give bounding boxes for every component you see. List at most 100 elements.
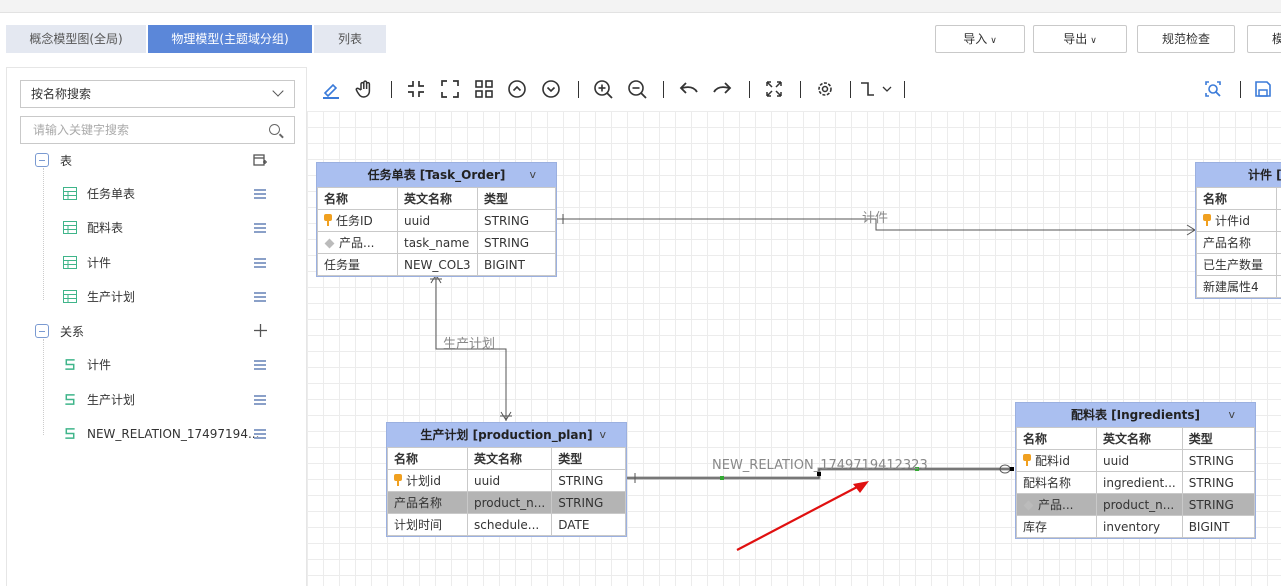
table-row[interactable]: 任务ID uuid STRING: [317, 209, 556, 232]
cell: 计件id: [1215, 214, 1250, 228]
expand-all-icon[interactable]: [541, 79, 561, 99]
key-icon: [1203, 214, 1211, 226]
table-icon: [63, 290, 77, 303]
list-icon[interactable]: [254, 292, 266, 302]
entity-header[interactable]: 生产计划 [production_plan] v: [387, 423, 626, 447]
table-row-selected[interactable]: 产品... product_n... STRING: [1016, 493, 1256, 516]
zoom-out-icon[interactable]: [627, 79, 647, 99]
tab-list[interactable]: 列表: [314, 25, 386, 53]
entity-production-plan[interactable]: 生产计划 [production_plan] v 名称 英文名称 类型 计划id uui…: [386, 422, 627, 537]
cell: BIGINT: [1181, 515, 1256, 538]
sidebar: 按名称搜索 请输入关键字搜索 表 任务单表 配料表 计件 生产计划 关系 计件 …: [6, 67, 307, 586]
entity-header[interactable]: 计件 [: [1196, 163, 1281, 187]
list-icon[interactable]: [254, 395, 266, 405]
collapse-all-icon[interactable]: [507, 79, 527, 99]
cell: uuid: [466, 469, 553, 492]
search-canvas-icon[interactable]: [1203, 79, 1223, 99]
entity-toggle-icon[interactable]: v: [599, 423, 606, 447]
list-icon[interactable]: [254, 189, 266, 199]
entity-task-order[interactable]: 任务单表 [Task_Order] v 名称 英文名称 类型 任务ID uuid STRI…: [316, 162, 557, 277]
redo-icon[interactable]: [712, 79, 732, 99]
toolbar-divider: [663, 81, 664, 98]
entity-header[interactable]: 任务单表 [Task_Order] v: [317, 163, 556, 187]
spec-check-button[interactable]: 规范检查: [1137, 25, 1235, 53]
undo-icon[interactable]: [679, 79, 699, 99]
column-header: 英文名称: [1096, 427, 1183, 450]
table-icon: [63, 221, 77, 234]
tree-group-tables[interactable]: 表: [60, 152, 72, 169]
sidebar-item-label: 任务单表: [87, 187, 136, 201]
export-button[interactable]: 导出 ∨: [1033, 25, 1127, 53]
fit-inward-icon[interactable]: [406, 79, 426, 99]
relation-label-piece[interactable]: 计件: [862, 207, 888, 226]
tree-group-relations[interactable]: 关系: [60, 323, 84, 340]
collapse-relations-icon[interactable]: [35, 324, 49, 338]
search-icon[interactable]: [269, 124, 280, 135]
table-row[interactable]: 新建属性4: [1196, 275, 1281, 298]
attribute-icon: [1023, 500, 1034, 511]
save-icon[interactable]: [1253, 79, 1273, 99]
table-row[interactable]: 任务量 NEW_COL3 BIGINT: [317, 253, 556, 276]
list-icon[interactable]: [254, 258, 266, 268]
search-mode-select[interactable]: 按名称搜索: [20, 80, 295, 108]
tab-physical-model[interactable]: 物理模型(主题域分组): [148, 25, 312, 53]
table-row[interactable]: 已生产数量: [1196, 253, 1281, 276]
table-row[interactable]: 配料id uuid STRING: [1016, 449, 1256, 472]
list-icon[interactable]: [254, 223, 266, 233]
list-icon[interactable]: [254, 429, 266, 439]
tab-conceptual-model[interactable]: 概念模型图(全局): [6, 25, 146, 53]
column-header: 类型: [477, 187, 556, 210]
entity-toggle-icon[interactable]: v: [1228, 403, 1235, 427]
relation-icon: [65, 394, 75, 405]
settings-icon[interactable]: [815, 79, 835, 99]
key-icon: [1023, 454, 1031, 466]
list-icon[interactable]: [254, 360, 266, 370]
entity-header[interactable]: 配料表 [Ingredients] v: [1016, 403, 1255, 427]
toolbar-divider: [749, 81, 750, 98]
entity-title: 计件 [: [1248, 168, 1281, 182]
sidebar-item-label: 生产计划: [87, 290, 136, 304]
cell: 产品...: [339, 236, 375, 250]
table-icon: [63, 256, 77, 269]
entity-toggle-icon[interactable]: v: [529, 163, 536, 187]
connector-style-icon[interactable]: [857, 79, 895, 99]
column-header: 名称: [1016, 427, 1097, 450]
cell: STRING: [477, 231, 556, 254]
entity-piece[interactable]: 计件 [ 名称 计件id 产品名称 已生产数量 新建属性4: [1195, 162, 1281, 299]
hand-icon[interactable]: [355, 79, 375, 99]
diagram-canvas[interactable]: 计件 生产计划 NEW_RELATION_1749719412323 任务单表 …: [307, 111, 1281, 586]
cell: inventory: [1096, 515, 1183, 538]
cell: 计划时间: [387, 513, 468, 536]
table-row[interactable]: 计件id: [1196, 209, 1281, 232]
table-row[interactable]: 计划id uuid STRING: [387, 469, 626, 492]
entity-ingredients[interactable]: 配料表 [Ingredients] v 名称 英文名称 类型 配料id uuid STRI…: [1015, 402, 1256, 539]
zoom-in-icon[interactable]: [593, 79, 613, 99]
import-button[interactable]: 导入 ∨: [935, 25, 1025, 53]
column-header: 名称: [317, 187, 398, 210]
table-row[interactable]: 产品名称: [1196, 231, 1281, 254]
grid-layout-icon[interactable]: [474, 79, 494, 99]
table-row[interactable]: 产品... task_name STRING: [317, 231, 556, 254]
column-header: 类型: [551, 447, 626, 470]
collapse-tables-icon[interactable]: [35, 153, 49, 167]
expand-arrows-icon[interactable]: [764, 79, 784, 99]
table-icon: [63, 187, 77, 200]
search-mode-value: 按名称搜索: [31, 87, 92, 101]
cell: STRING: [551, 491, 626, 514]
brush-icon[interactable]: [321, 79, 341, 99]
add-relation-icon[interactable]: [254, 324, 267, 337]
table-row-selected[interactable]: 产品名称 product_n... STRING: [387, 491, 626, 514]
relation-label-plan[interactable]: 生产计划: [443, 333, 495, 352]
cell: product_n...: [1096, 493, 1183, 516]
table-row[interactable]: 计划时间 schedule... DATE: [387, 513, 626, 536]
toolbar-divider: [578, 81, 579, 98]
relation-icon: [65, 428, 75, 439]
add-table-icon[interactable]: [253, 153, 267, 167]
search-input[interactable]: 请输入关键字搜索: [20, 116, 295, 144]
table-row[interactable]: 库存 inventory BIGINT: [1016, 515, 1256, 538]
fullscreen-icon[interactable]: [440, 79, 460, 99]
relation-label-new[interactable]: NEW_RELATION_1749719412323: [712, 458, 928, 473]
table-row[interactable]: 配料名称 ingredient... STRING: [1016, 471, 1256, 494]
cell: 任务量: [317, 253, 398, 276]
model-button[interactable]: 模: [1247, 25, 1281, 53]
